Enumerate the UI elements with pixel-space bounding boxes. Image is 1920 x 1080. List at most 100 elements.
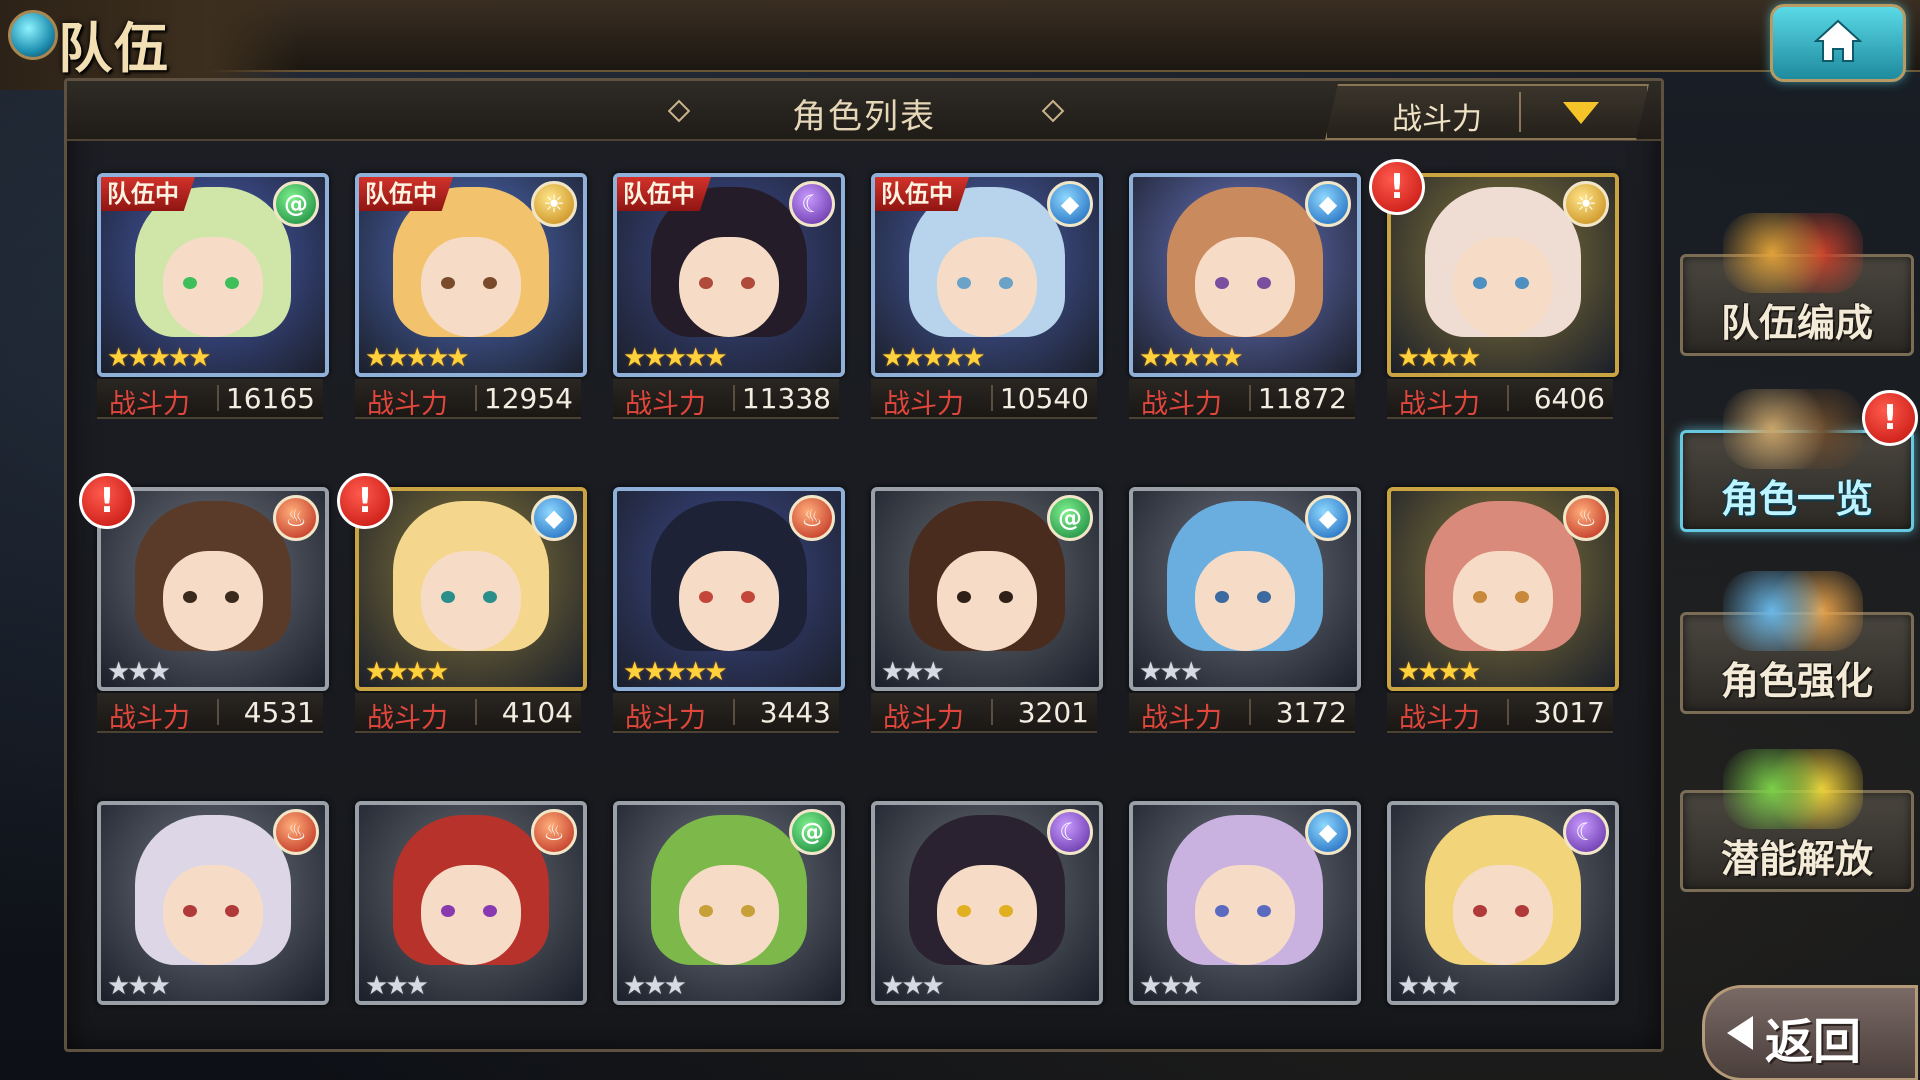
character-card[interactable]: ♨ ★★★★★ (613, 487, 845, 691)
power-value: 3172 (1275, 696, 1347, 729)
portrait-eye (1515, 591, 1529, 603)
character-card[interactable]: ◆ ★★★ (1129, 487, 1361, 691)
character-card[interactable]: 队伍中 ☀ ★★★★★ (355, 173, 587, 377)
power-label: 战斗力 (109, 389, 190, 420)
character-card[interactable]: 队伍中 @ ★★★★★ (97, 173, 329, 377)
star-icon: ★ (1179, 971, 1203, 1001)
character-card[interactable]: ☀ ★★★★ (1387, 173, 1619, 377)
water-element-icon: ◆ (531, 495, 577, 541)
star-icon: ★ (147, 971, 171, 1001)
character-card[interactable]: ♨ ★★★ (355, 801, 587, 1005)
power-divider (733, 699, 735, 725)
star-icon: ★ (188, 343, 211, 373)
star-icon: ★ (1139, 343, 1162, 373)
character-card[interactable]: ☾ ★★★ (871, 801, 1103, 1005)
in-team-badge: 队伍中 (617, 177, 711, 211)
power-bar: 战斗力 3443 (613, 693, 839, 734)
character-grid: 队伍中 @ ★★★★★ 战斗力 16165 队伍中 ☀ ★★★★★ 战斗力 12954 队伍中 ☾ ★★… (67, 81, 1661, 1049)
star-icon: ★ (1159, 657, 1182, 687)
power-divider (217, 699, 219, 725)
side-menu-potential-unlock-button[interactable]: 潜能解放 (1680, 749, 1914, 892)
character-card[interactable]: ☾ ★★★ (1387, 801, 1619, 1005)
fire-element-icon: ♨ (273, 809, 319, 855)
power-value: 11872 (1257, 382, 1347, 415)
side-menu-team-edit-button[interactable]: 队伍编成 (1680, 213, 1914, 356)
portrait-eye (1257, 905, 1271, 917)
power-bar: 战斗力 4104 (355, 693, 581, 734)
star-icon: ★ (1397, 657, 1420, 687)
power-divider (1249, 699, 1251, 725)
power-label: 战斗力 (1141, 703, 1222, 734)
power-value: 12954 (483, 382, 573, 415)
portrait-eye (441, 591, 455, 603)
back-button[interactable]: 返回 (1702, 985, 1918, 1080)
portrait-eye (699, 905, 713, 917)
star-icon: ★ (881, 971, 904, 1001)
star-icon: ★ (385, 657, 408, 687)
character-card[interactable]: 队伍中 ◆ ★★★★★ (871, 173, 1103, 377)
power-divider (475, 385, 477, 411)
in-team-badge: 队伍中 (101, 177, 195, 211)
rarity-stars: ★★★ (881, 657, 945, 687)
portrait-face (1453, 865, 1553, 965)
in-team-badge: 队伍中 (359, 177, 453, 211)
portrait-eye (225, 591, 239, 603)
portrait-eye (1515, 277, 1529, 289)
star-icon: ★ (127, 971, 150, 1001)
character-card[interactable]: @ ★★★ (613, 801, 845, 1005)
portrait-face (163, 551, 263, 651)
character-card[interactable]: ◆ ★★★ (1129, 801, 1361, 1005)
portrait-eye (957, 277, 971, 289)
rarity-stars: ★★★★★ (1139, 343, 1244, 373)
rarity-stars: ★★★ (1139, 971, 1203, 1001)
star-icon: ★ (1417, 971, 1440, 1001)
star-icon: ★ (921, 343, 945, 373)
star-icon: ★ (1199, 343, 1223, 373)
character-card[interactable]: ♨ ★★★ (97, 801, 329, 1005)
character-card[interactable]: ♨ ★★★★ (1387, 487, 1619, 691)
portrait-eye (441, 277, 455, 289)
star-icon: ★ (127, 657, 150, 687)
power-divider (991, 385, 993, 411)
character-card[interactable]: ◆ ★★★★ (355, 487, 587, 691)
side-menu-character-enhance-button[interactable]: 角色强化 (1680, 571, 1914, 714)
character-card[interactable]: ♨ ★★★ (97, 487, 329, 691)
rarity-stars: ★★★★★ (623, 657, 728, 687)
power-bar: 战斗力 3201 (871, 693, 1097, 734)
character-card[interactable]: ◆ ★★★★★ (1129, 173, 1361, 377)
star-icon: ★ (704, 343, 727, 373)
star-icon: ★ (921, 971, 945, 1001)
star-icon: ★ (901, 971, 924, 1001)
portrait-face (163, 237, 263, 337)
portrait-face (937, 237, 1037, 337)
home-button[interactable] (1770, 4, 1906, 82)
star-icon: ★ (1397, 343, 1420, 373)
star-icon: ★ (1437, 971, 1461, 1001)
portrait-face (1453, 551, 1553, 651)
rarity-stars: ★★★ (107, 971, 171, 1001)
star-icon: ★ (147, 657, 171, 687)
portrait-eye (999, 277, 1013, 289)
star-icon: ★ (643, 343, 666, 373)
power-bar: 战斗力 3017 (1387, 693, 1613, 734)
star-icon: ★ (1417, 343, 1440, 373)
portrait-face (679, 237, 779, 337)
star-icon: ★ (623, 971, 646, 1001)
side-menu-label: 队伍编成 (1720, 301, 1873, 345)
power-divider (1507, 385, 1509, 411)
portrait-face (1453, 237, 1553, 337)
rarity-stars: ★★★ (365, 971, 429, 1001)
star-icon: ★ (425, 343, 449, 373)
star-icon: ★ (1139, 657, 1162, 687)
star-icon: ★ (921, 657, 945, 687)
star-icon: ★ (1397, 971, 1420, 1001)
side-menu-character-list-button[interactable]: 角色一览 (1680, 389, 1914, 532)
portrait-eye (699, 277, 713, 289)
alert-icon: ! (1369, 159, 1425, 215)
star-icon: ★ (623, 657, 646, 687)
character-card[interactable]: @ ★★★ (871, 487, 1103, 691)
fire-element-icon: ♨ (1563, 495, 1609, 541)
character-card[interactable]: 队伍中 ☾ ★★★★★ (613, 173, 845, 377)
power-value: 3201 (1017, 696, 1089, 729)
star-icon: ★ (1457, 343, 1481, 373)
